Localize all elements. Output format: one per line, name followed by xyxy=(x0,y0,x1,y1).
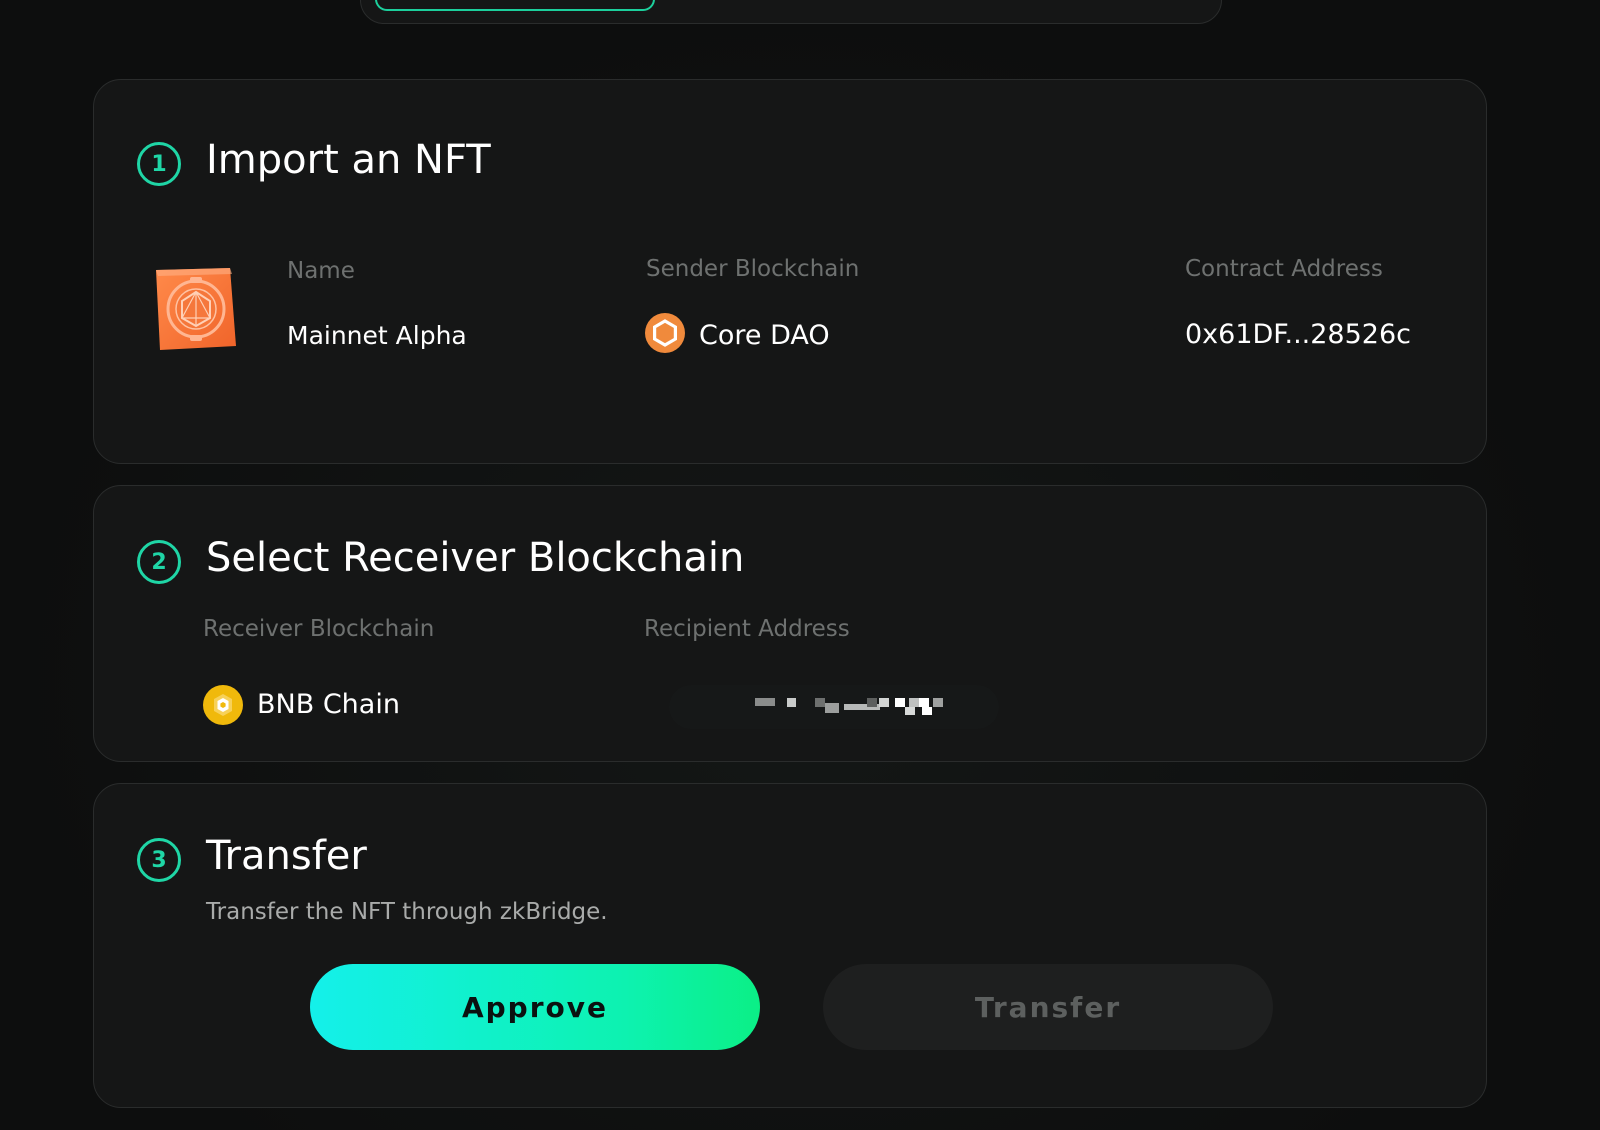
transfer-button[interactable]: Transfer xyxy=(823,964,1273,1050)
receiver-blockchain-value: BNB Chain xyxy=(257,689,400,720)
contract-address-label: Contract Address xyxy=(1185,256,1383,282)
transfer-title: Transfer xyxy=(206,833,367,879)
import-nft-card: 1 Import an NFT Name Mainnet Alpha Sende… xyxy=(93,79,1487,464)
core-dao-icon xyxy=(645,313,685,353)
recipient-address-label: Recipient Address xyxy=(644,616,850,642)
bnb-chain-icon xyxy=(203,685,243,725)
receiver-blockchain-select[interactable]: BNB Chain xyxy=(203,685,433,727)
name-label: Name xyxy=(287,258,355,284)
bridge-page: 1 Import an NFT Name Mainnet Alpha Sende… xyxy=(0,0,1600,1130)
receiver-blockchain-card: 2 Select Receiver Blockchain Receiver Bl… xyxy=(93,485,1487,762)
sender-blockchain-label: Sender Blockchain xyxy=(646,256,860,282)
step-3-badge: 3 xyxy=(137,838,181,882)
import-nft-title: Import an NFT xyxy=(206,137,491,183)
nft-core-token-icon xyxy=(156,268,236,350)
step-2-badge: 2 xyxy=(137,540,181,584)
nft-name-value: Mainnet Alpha xyxy=(287,321,467,350)
transfer-card: 3 Transfer Transfer the NFT through zkBr… xyxy=(93,783,1487,1108)
redacted-mosaic xyxy=(669,685,999,729)
top-tab-active[interactable] xyxy=(375,0,655,11)
step-1-badge: 1 xyxy=(137,142,181,186)
receiver-blockchain-label: Receiver Blockchain xyxy=(203,616,435,642)
top-panel xyxy=(360,0,1222,24)
sender-blockchain-value: Core DAO xyxy=(699,320,830,351)
approve-button[interactable]: Approve xyxy=(310,964,760,1050)
transfer-description: Transfer the NFT through zkBridge. xyxy=(206,899,608,925)
receiver-blockchain-title: Select Receiver Blockchain xyxy=(206,535,745,581)
contract-address-value[interactable]: 0x61DF...28526c xyxy=(1185,319,1411,350)
recipient-address-value[interactable] xyxy=(669,685,999,729)
